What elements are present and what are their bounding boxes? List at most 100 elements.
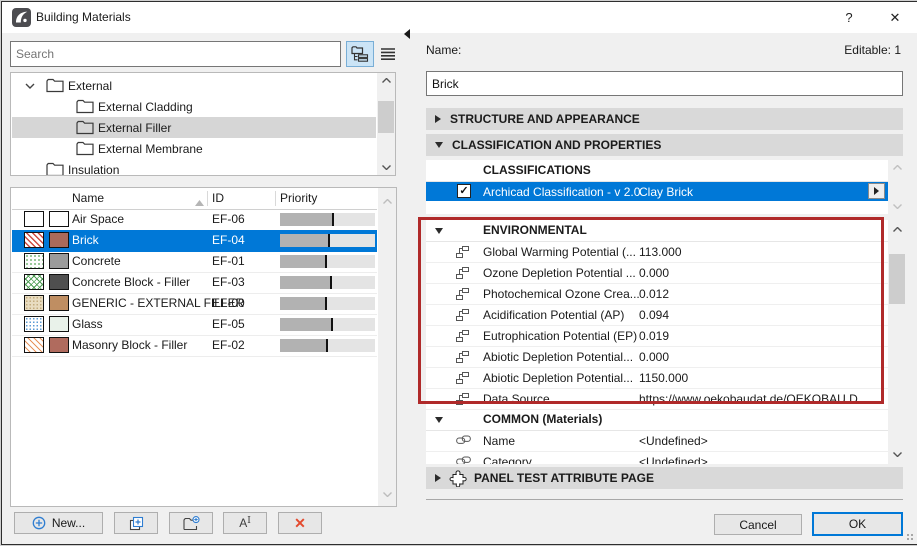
close-button[interactable]: ✕	[875, 2, 915, 33]
scroll-up-icon[interactable]	[378, 194, 396, 209]
properties-list: ENVIRONMENTAL Global Warming Potential (…	[426, 220, 888, 464]
tree-item-external-cladding[interactable]: External Cladding	[12, 96, 376, 117]
table-row[interactable]: Glass EF-05	[12, 314, 377, 336]
table-scrollbar[interactable]	[378, 188, 396, 506]
tree-item-label: Insulation	[68, 162, 120, 176]
column-header-name[interactable]: Name	[72, 191, 104, 205]
scrollbar-thumb[interactable]	[378, 101, 394, 133]
property-row[interactable]: Photochemical Ozone Crea... 0.012	[426, 284, 888, 305]
duplicate-icon	[129, 516, 143, 530]
property-label: Abiotic Depletion Potential...	[483, 350, 634, 364]
resize-grip[interactable]	[905, 532, 914, 541]
property-value: 1150.000	[639, 371, 689, 385]
rename-button[interactable]: AI	[223, 512, 267, 534]
table-row[interactable]: Masonry Block - Filler EF-02	[12, 335, 377, 357]
cancel-button[interactable]: Cancel	[714, 514, 802, 535]
material-name-input[interactable]	[426, 71, 903, 96]
property-row[interactable]: Acidification Potential (AP) 0.094	[426, 305, 888, 326]
list-view-toggle-button[interactable]	[376, 43, 400, 65]
collapsed-triangle-icon	[435, 115, 441, 123]
property-label: Name	[483, 434, 516, 448]
section-structure-and-appearance[interactable]: STRUCTURE AND APPEARANCE	[426, 108, 903, 130]
property-row[interactable]: Name <Undefined>	[426, 431, 888, 452]
environmental-group-header[interactable]: ENVIRONMENTAL	[426, 220, 888, 242]
scroll-down-icon[interactable]	[377, 160, 395, 175]
material-name: Brick	[72, 233, 99, 247]
expanded-triangle-icon	[435, 417, 443, 423]
tree-view-toggle-button[interactable]	[346, 41, 374, 67]
property-row[interactable]: Ozone Depletion Potential ... 0.000	[426, 263, 888, 284]
help-button[interactable]: ?	[829, 2, 869, 33]
property-value: 113.000	[639, 245, 682, 259]
property-row[interactable]: Abiotic Depletion Potential... 1150.000	[426, 368, 888, 389]
column-header-id[interactable]: ID	[212, 191, 224, 205]
priority-bar[interactable]	[280, 276, 375, 289]
scroll-down-icon[interactable]	[378, 487, 396, 502]
checkbox-checked[interactable]: ✓	[457, 184, 471, 198]
delete-x-icon: ✕	[294, 514, 306, 531]
new-folder-button[interactable]	[169, 512, 213, 534]
chain-link-icon	[456, 456, 471, 464]
property-row[interactable]: Eutrophication Potential (EP) 0.019	[426, 326, 888, 347]
table-row[interactable]: Concrete EF-01	[12, 251, 377, 273]
property-row[interactable]: Abiotic Depletion Potential... 0.000	[426, 347, 888, 368]
classifications-scrollbar[interactable]	[888, 160, 906, 214]
surface-color-swatch	[49, 232, 69, 248]
property-row[interactable]: Category <Undefined>	[426, 452, 888, 464]
common-group-header[interactable]: COMMON (Materials)	[426, 410, 888, 431]
priority-bar[interactable]	[280, 234, 375, 247]
tree-item-insulation[interactable]: Insulation	[12, 159, 376, 176]
classification-value: Clay Brick	[639, 185, 694, 199]
table-row[interactable]: GENERIC - EXTERNAL FILLER EF-00	[12, 293, 377, 315]
property-value: 0.000	[639, 350, 670, 364]
table-row-selected[interactable]: Brick EF-04	[12, 230, 377, 252]
scrollbar-thumb[interactable]	[889, 254, 905, 304]
classification-system: Archicad Classification - v 2.0	[483, 185, 641, 199]
section-panel-test-attribute-page[interactable]: PANEL TEST ATTRIBUTE PAGE	[426, 467, 903, 489]
arrow-right-icon	[874, 187, 879, 195]
priority-bar[interactable]	[280, 297, 375, 310]
tree-scrollbar[interactable]	[377, 73, 395, 175]
search-input[interactable]	[10, 41, 341, 67]
tree-item-external-filler[interactable]: External Filler	[12, 117, 376, 138]
property-row[interactable]: Global Warming Potential (... 113.000	[426, 242, 888, 263]
folder-tree: External External Cladding External Fill…	[10, 72, 396, 176]
material-id: EF-02	[212, 338, 245, 352]
table-row[interactable]: Concrete Block - Filler EF-03	[12, 272, 377, 294]
property-value: 0.012	[639, 287, 670, 301]
tree-item-external[interactable]: External	[12, 75, 376, 96]
tree-item-label: External	[68, 78, 113, 93]
section-classification-and-properties[interactable]: CLASSIFICATION AND PROPERTIES	[426, 134, 903, 156]
chevron-down-icon[interactable]	[24, 83, 36, 89]
expand-right-button[interactable]	[868, 183, 885, 199]
priority-bar[interactable]	[280, 339, 375, 352]
column-header-priority[interactable]: Priority	[280, 191, 317, 205]
priority-bar[interactable]	[280, 213, 375, 226]
material-id: EF-06	[212, 212, 245, 226]
cut-pattern-swatch	[24, 295, 44, 311]
linked-property-icon	[456, 246, 469, 258]
scroll-up-icon[interactable]	[888, 160, 906, 175]
scroll-down-icon[interactable]	[888, 447, 906, 462]
scroll-up-icon[interactable]	[888, 222, 906, 237]
collapsed-triangle-icon	[435, 474, 441, 482]
tree-item-external-membrane[interactable]: External Membrane	[12, 138, 376, 159]
material-id: EF-05	[212, 317, 245, 331]
delete-button[interactable]: ✕	[278, 512, 322, 534]
priority-bar[interactable]	[280, 318, 375, 331]
splitter-collapse-icon[interactable]	[404, 29, 410, 39]
property-row[interactable]: Data Source https://www.oekobaudat.de/OE…	[426, 389, 888, 410]
linked-property-icon	[456, 351, 469, 363]
scroll-up-icon[interactable]	[377, 73, 395, 88]
expanded-triangle-icon	[435, 228, 443, 234]
priority-bar[interactable]	[280, 255, 375, 268]
scroll-down-icon[interactable]	[888, 199, 906, 214]
duplicate-button[interactable]	[114, 512, 158, 534]
name-label: Name:	[426, 43, 462, 57]
ok-button[interactable]: OK	[812, 512, 903, 536]
classification-row-selected[interactable]: ✓ Archicad Classification - v 2.0 Clay B…	[426, 182, 888, 201]
table-row[interactable]: Air Space EF-06	[12, 209, 377, 231]
properties-scrollbar[interactable]	[888, 220, 906, 464]
new-button[interactable]: New...	[14, 512, 103, 534]
ok-button-label: OK	[848, 517, 867, 531]
